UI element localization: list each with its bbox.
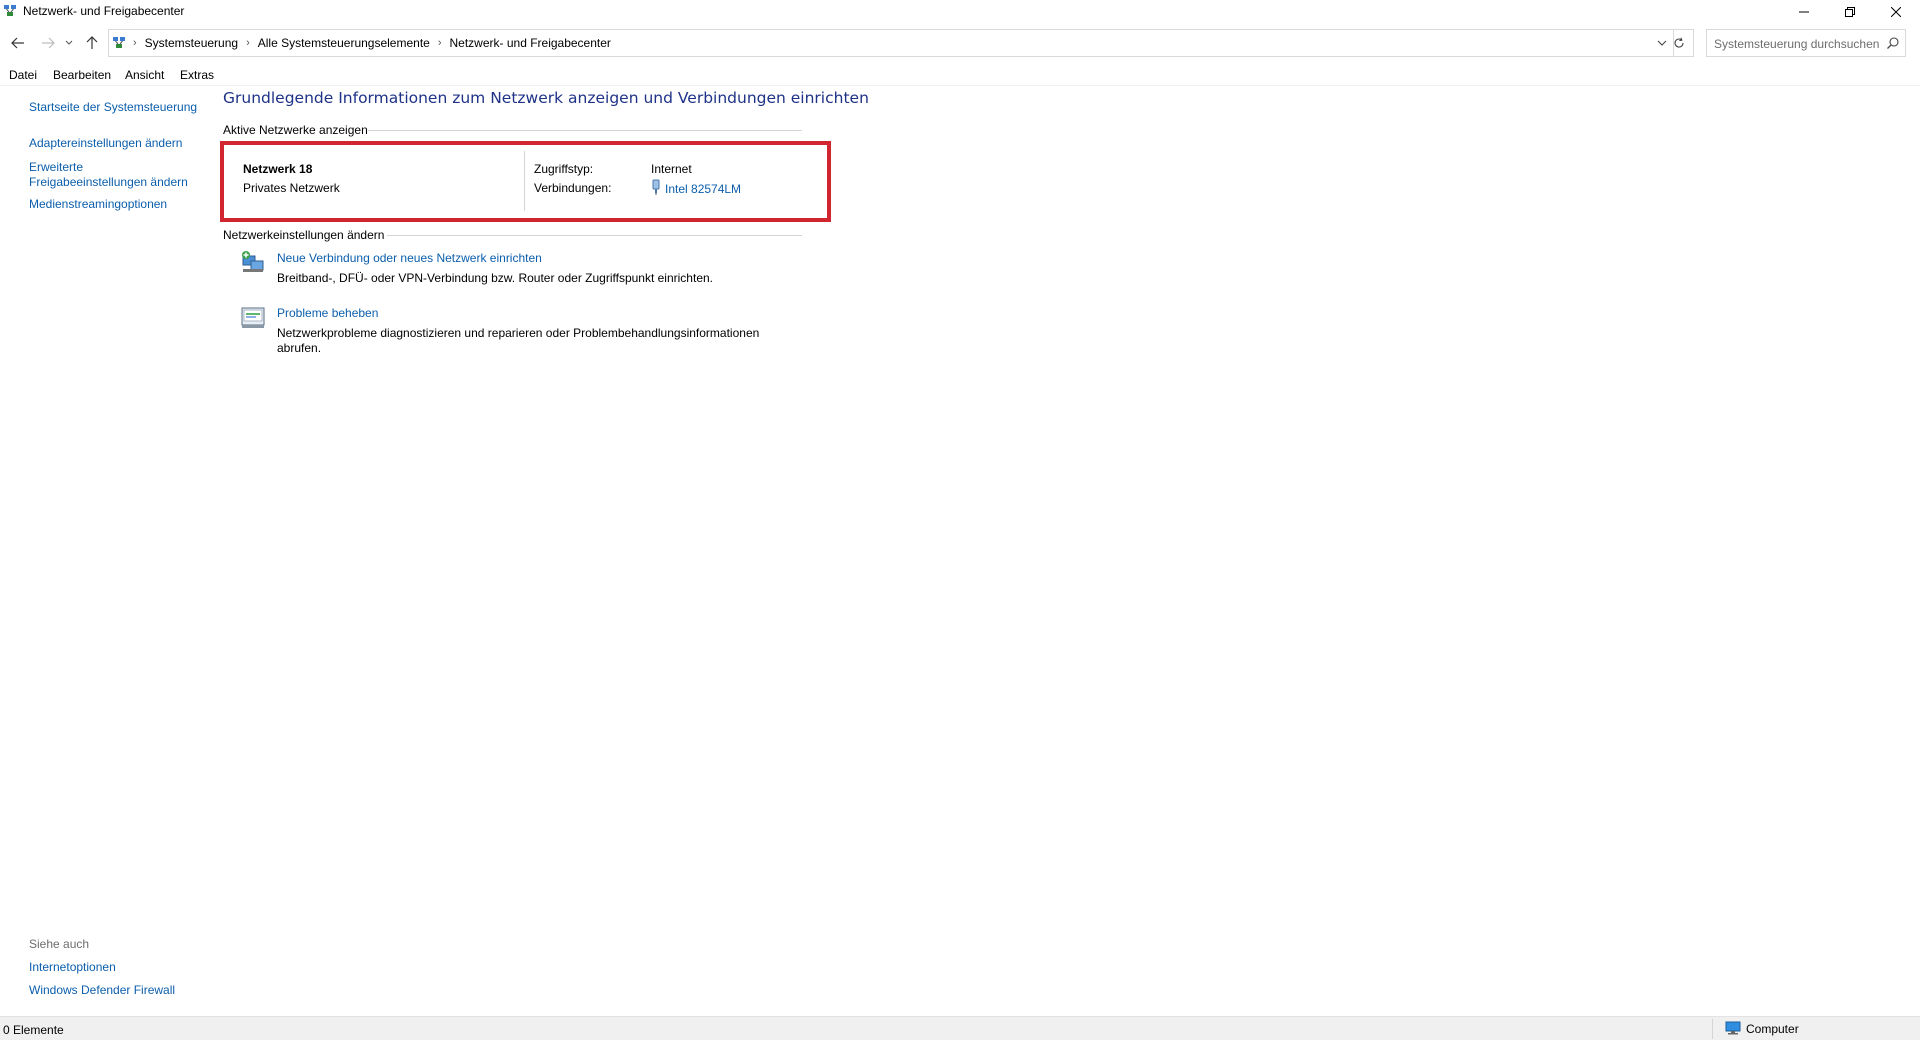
see-also-label: Siehe auch bbox=[29, 937, 90, 951]
network-center-icon bbox=[3, 4, 17, 18]
control-panel-icon bbox=[112, 36, 126, 50]
chevron-right-icon[interactable]: › bbox=[436, 37, 444, 49]
panel-divider bbox=[524, 151, 525, 211]
network-name: Netzwerk 18 bbox=[243, 162, 313, 176]
link-troubleshoot[interactable]: Probleme beheben bbox=[277, 306, 378, 320]
breadcrumb: › Systemsteuerung › Alle Systemsteuerung… bbox=[131, 36, 617, 50]
active-networks-heading: Aktive Netzwerke anzeigen bbox=[223, 123, 368, 137]
task-description: Breitband-, DFÜ- oder VPN-Verbindung bzw… bbox=[277, 271, 713, 285]
section-divider bbox=[368, 130, 802, 131]
menu-datei[interactable]: Datei bbox=[9, 68, 37, 82]
link-new-connection[interactable]: Neue Verbindung oder neues Netzwerk einr… bbox=[277, 251, 542, 265]
link-adaptereinstellungen[interactable]: Adaptereinstellungen ändern bbox=[29, 136, 204, 151]
close-button[interactable] bbox=[1873, 0, 1919, 23]
change-settings-heading: Netzwerkeinstellungen ändern bbox=[223, 228, 385, 242]
breadcrumb-systemsteuerung[interactable]: Systemsteuerung bbox=[139, 36, 244, 50]
window-title: Netzwerk- und Freigabecenter bbox=[23, 4, 185, 18]
access-type-label: Zugriffstyp: bbox=[534, 162, 594, 176]
location-label: Computer bbox=[1746, 1022, 1799, 1036]
computer-icon bbox=[1725, 1021, 1741, 1038]
item-count: 0 Elemente bbox=[3, 1023, 64, 1037]
breadcrumb-alle-elemente[interactable]: Alle Systemsteuerungselemente bbox=[252, 36, 436, 50]
link-internetoptionen[interactable]: Internetoptionen bbox=[29, 960, 204, 975]
navigation-bar: › Systemsteuerung › Alle Systemsteuerung… bbox=[0, 28, 1920, 58]
forward-button[interactable] bbox=[38, 33, 58, 53]
active-network-panel: Netzwerk 18 Privates Netzwerk Zugriffsty… bbox=[220, 141, 831, 222]
connection-name[interactable]: Intel 82574LM bbox=[665, 182, 741, 196]
ethernet-adapter-icon bbox=[651, 179, 661, 198]
status-location: Computer bbox=[1712, 1019, 1799, 1039]
connection-link[interactable]: Intel 82574LM bbox=[651, 179, 741, 198]
network-type[interactable]: Privates Netzwerk bbox=[243, 181, 340, 195]
menu-extras[interactable]: Extras bbox=[180, 68, 214, 82]
link-windows-defender-firewall[interactable]: Windows Defender Firewall bbox=[29, 983, 204, 998]
chevron-right-icon[interactable]: › bbox=[131, 37, 139, 49]
link-medienstreamingoptionen[interactable]: Medienstreamingoptionen bbox=[29, 197, 204, 212]
menu-ansicht[interactable]: Ansicht bbox=[125, 68, 164, 82]
recent-locations-button[interactable] bbox=[63, 33, 75, 53]
search-input[interactable]: Systemsteuerung durchsuchen bbox=[1706, 29, 1906, 57]
access-type-value: Internet bbox=[651, 162, 692, 176]
link-erweiterte-freigabeeinstellungen[interactable]: Erweiterte Freigabeeinstellungen ändern bbox=[29, 160, 194, 190]
menu-bar: Datei Bearbeiten Ansicht Extras bbox=[0, 64, 1920, 86]
new-connection-icon bbox=[240, 251, 266, 275]
search-icon[interactable] bbox=[1886, 36, 1900, 50]
restore-button[interactable] bbox=[1827, 0, 1873, 23]
status-bar: 0 Elemente Computer bbox=[0, 1016, 1920, 1040]
search-placeholder: Systemsteuerung durchsuchen bbox=[1714, 37, 1880, 51]
troubleshoot-icon bbox=[240, 306, 266, 330]
page-title: Grundlegende Informationen zum Netzwerk … bbox=[223, 89, 869, 107]
breadcrumb-netzwerkcenter[interactable]: Netzwerk- und Freigabecenter bbox=[444, 36, 617, 50]
minimize-button[interactable] bbox=[1781, 0, 1827, 23]
up-button[interactable] bbox=[82, 33, 102, 53]
link-startseite-systemsteuerung[interactable]: Startseite der Systemsteuerung bbox=[29, 100, 204, 115]
section-divider bbox=[387, 235, 802, 236]
back-button[interactable] bbox=[8, 33, 28, 53]
task-description: Netzwerkprobleme diagnostizieren und rep… bbox=[277, 326, 760, 355]
address-bar[interactable]: › Systemsteuerung › Alle Systemsteuerung… bbox=[108, 29, 1674, 57]
chevron-right-icon[interactable]: › bbox=[244, 37, 252, 49]
menu-bearbeiten[interactable]: Bearbeiten bbox=[53, 68, 111, 82]
connections-label: Verbindungen: bbox=[534, 181, 612, 195]
left-pane: Startseite der Systemsteuerung Adapterei… bbox=[0, 86, 210, 1016]
refresh-button[interactable] bbox=[1664, 29, 1694, 57]
title-bar: Netzwerk- und Freigabecenter bbox=[0, 0, 1920, 23]
